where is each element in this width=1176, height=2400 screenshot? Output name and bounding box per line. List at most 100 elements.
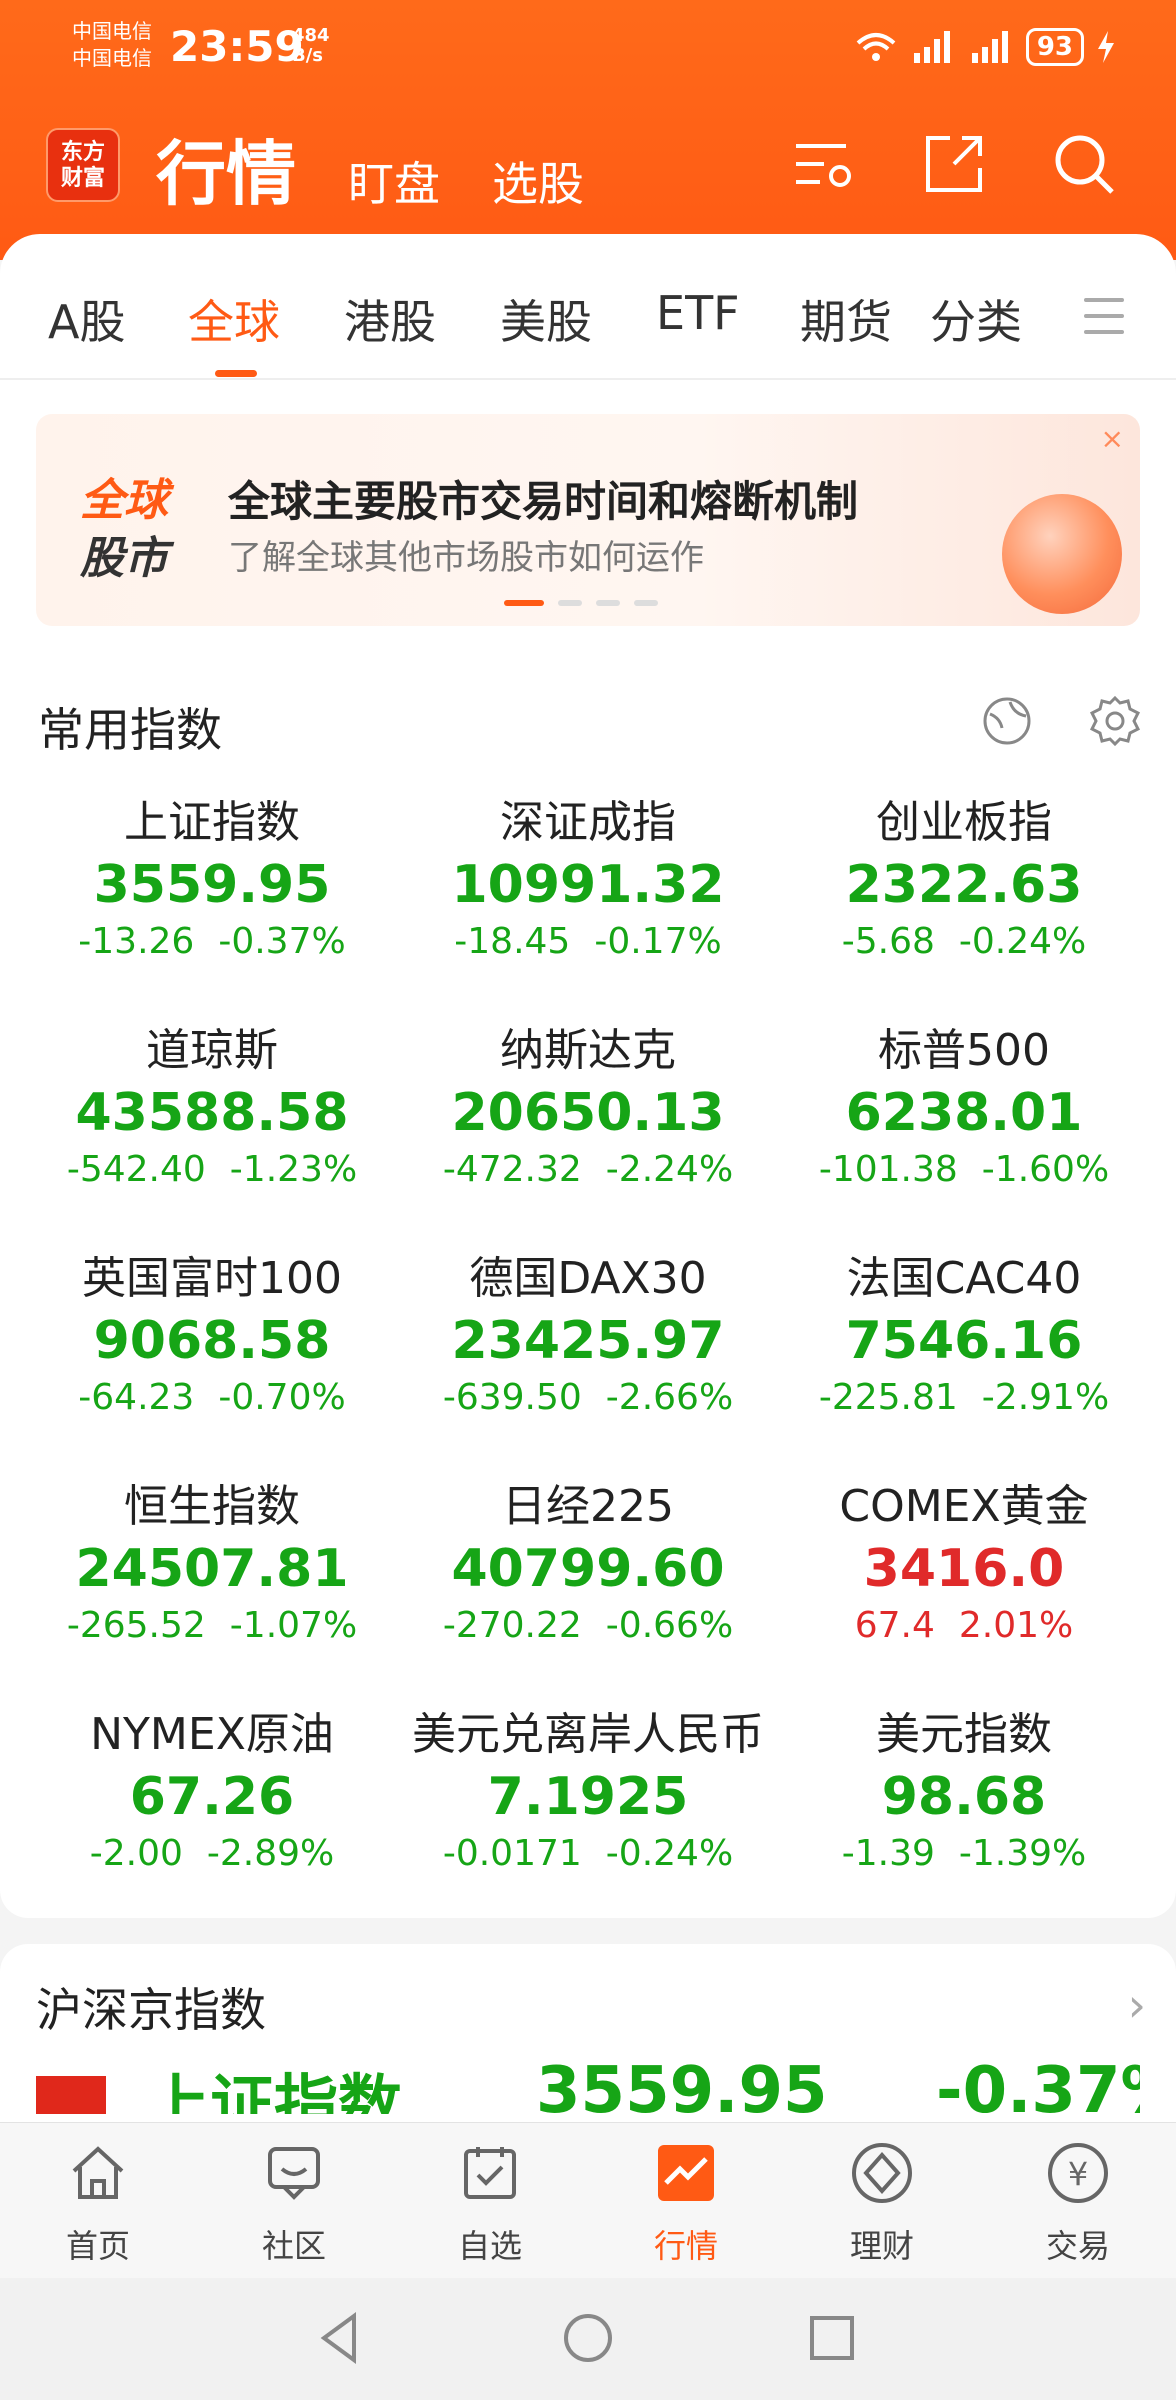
pagination-dot [634, 600, 658, 606]
tab-hk[interactable]: 港股 [344, 286, 436, 352]
index-card[interactable]: 创业板指 2322.63 -5.68 -0.24% [776, 794, 1152, 966]
promo-banner[interactable]: 全球 股市 全球主要股市交易时间和熔断机制 了解全球其他市场股市如何运作 × [36, 414, 1140, 626]
index-price: 9068.58 [93, 1311, 331, 1371]
index-change: -225.81 [818, 1377, 958, 1418]
share-icon[interactable] [920, 130, 988, 198]
index-change-row: -101.38 -1.60% [776, 1146, 1152, 1194]
index-card[interactable]: 德国DAX30 23425.97 -639.50 -2.66% [400, 1250, 776, 1422]
app-logo[interactable]: 东方 财富 [46, 128, 120, 202]
index-card[interactable]: 标普500 6238.01 -101.38 -1.60% [776, 1022, 1152, 1194]
banner-close-button[interactable]: × [1101, 422, 1124, 455]
index-change-pct: -0.70% [218, 1377, 346, 1418]
index-name: 法国CAC40 [846, 1253, 1082, 1304]
status-bar: 中国电信 中国电信 23:59 484 B/s 93 [0, 0, 1176, 100]
bottom-nav-wealth[interactable]: 理财 [784, 2141, 980, 2267]
tab-etf[interactable]: ETF [656, 286, 740, 340]
market-tabs: A股 全球 港股 美股 ETF 期货 分类 [0, 234, 1176, 380]
index-price: 20650.13 [451, 1083, 725, 1143]
watchlist-icon [464, 2147, 516, 2199]
index-name: 恒生指数 [124, 1481, 300, 1532]
index-name: NYMEX原油 [90, 1709, 334, 1760]
globe-icon[interactable] [980, 694, 1034, 748]
bottom-nav-watchlist[interactable]: 自选 [392, 2141, 588, 2267]
globe-illustration [1002, 494, 1122, 614]
index-change-pct: -2.89% [206, 1833, 335, 1874]
index-change: -472.32 [442, 1149, 582, 1190]
index-change: -5.68 [841, 921, 935, 962]
active-tab-indicator [215, 370, 257, 377]
gear-icon[interactable] [1088, 694, 1142, 748]
index-card[interactable]: 恒生指数 24507.81 -265.52 -1.07% [24, 1478, 400, 1650]
index-change-pct: -0.17% [594, 921, 722, 962]
tabs-menu-icon[interactable] [1084, 298, 1124, 346]
index-change: -265.52 [66, 1605, 206, 1646]
index-card[interactable]: 日经225 40799.60 -270.22 -0.66% [400, 1478, 776, 1650]
index-price: 98.68 [881, 1767, 1047, 1827]
back-icon[interactable] [310, 2308, 370, 2368]
pagination-dot [504, 600, 544, 606]
index-card[interactable]: 英国富时100 9068.58 -64.23 -0.70% [24, 1250, 400, 1422]
community-icon [268, 2147, 320, 2200]
bottom-nav-label: 社区 [261, 2227, 326, 2265]
hs-index-row[interactable]: 上证指数 3559.95 -0.37% [36, 2054, 1140, 2114]
bottom-nav-home[interactable]: 首页 [0, 2141, 196, 2267]
wealth-icon [852, 2143, 912, 2203]
tab-a-shares[interactable]: A股 [48, 286, 125, 352]
bottom-nav-market[interactable]: 行情 [588, 2141, 784, 2267]
signal-icon-2 [971, 31, 1008, 63]
index-name: 美元指数 [876, 1709, 1052, 1760]
recents-icon[interactable] [802, 2308, 862, 2368]
system-icons: 93 [854, 28, 1116, 66]
market-icon [658, 2145, 714, 2201]
pagination-dot [558, 600, 582, 606]
index-change: -0.0171 [442, 1833, 582, 1874]
section-title-common-indices: 常用指数 [38, 703, 222, 757]
index-change: -2.00 [89, 1833, 183, 1874]
bottom-nav-community[interactable]: 社区 [196, 2141, 392, 2267]
index-price: 10991.32 [451, 855, 725, 915]
tab-us[interactable]: 美股 [500, 286, 592, 352]
index-change-pct: -1.39% [958, 1833, 1087, 1874]
tab-global[interactable]: 全球 [188, 286, 280, 352]
carrier-2: 中国电信 [72, 46, 152, 70]
banner-logo-line-1: 全球 [80, 475, 168, 526]
carrier-labels: 中国电信 中国电信 [72, 18, 152, 72]
watch-link[interactable]: 盯盘 [348, 148, 440, 214]
index-change: -18.45 [454, 921, 571, 962]
index-card[interactable]: 纳斯达克 20650.13 -472.32 -2.24% [400, 1022, 776, 1194]
index-price: 3559.95 [93, 855, 331, 915]
clock: 23:59 [170, 22, 304, 71]
index-card[interactable]: 美元指数 98.68 -1.39 -1.39% [776, 1706, 1152, 1878]
stock-picker-link[interactable]: 选股 [492, 148, 584, 214]
index-price: 23425.97 [451, 1311, 725, 1371]
tab-categories[interactable]: 分类 [930, 286, 1022, 352]
index-price: 67.26 [129, 1767, 295, 1827]
list-settings-icon[interactable] [790, 130, 858, 198]
index-card[interactable]: 上证指数 3559.95 -13.26 -0.37% [24, 794, 400, 966]
tab-futures[interactable]: 期货 [800, 286, 892, 352]
bottom-nav-trade[interactable]: ¥ 交易 [980, 2141, 1176, 2267]
index-change-pct: 2.01% [958, 1605, 1074, 1646]
chevron-right-icon[interactable]: › [1128, 1978, 1146, 2032]
index-card[interactable]: NYMEX原油 67.26 -2.00 -2.89% [24, 1706, 400, 1878]
net-speed-unit: B/s [292, 45, 324, 66]
index-change: -270.22 [442, 1605, 582, 1646]
index-card[interactable]: 美元兑离岸人民币 7.1925 -0.0171 -0.24% [400, 1706, 776, 1878]
index-card[interactable]: 法国CAC40 7546.16 -225.81 -2.91% [776, 1250, 1152, 1422]
index-card[interactable]: COMEX黄金 3416.0 67.4 2.01% [776, 1478, 1152, 1650]
search-icon[interactable] [1050, 130, 1118, 198]
index-card[interactable]: 深证成指 10991.32 -18.45 -0.17% [400, 794, 776, 966]
index-name: COMEX黄金 [839, 1481, 1089, 1532]
home-button-icon[interactable] [558, 2308, 618, 2368]
index-change-row: -270.22 -0.66% [400, 1602, 776, 1650]
page-title: 行情 [156, 133, 296, 215]
peek-index-pct: -0.37% [936, 2054, 1140, 2114]
index-change-pct: -1.23% [229, 1149, 358, 1190]
index-change: -542.40 [66, 1149, 206, 1190]
logo-line-2: 财富 [60, 166, 105, 191]
index-card[interactable]: 道琼斯 43588.58 -542.40 -1.23% [24, 1022, 400, 1194]
logo-line-1: 东方 [60, 140, 105, 165]
index-name: 美元兑离岸人民币 [412, 1709, 764, 1760]
top-nav: 东方 财富 行情 盯盘 选股 [0, 110, 1176, 230]
index-change: -101.38 [818, 1149, 958, 1190]
